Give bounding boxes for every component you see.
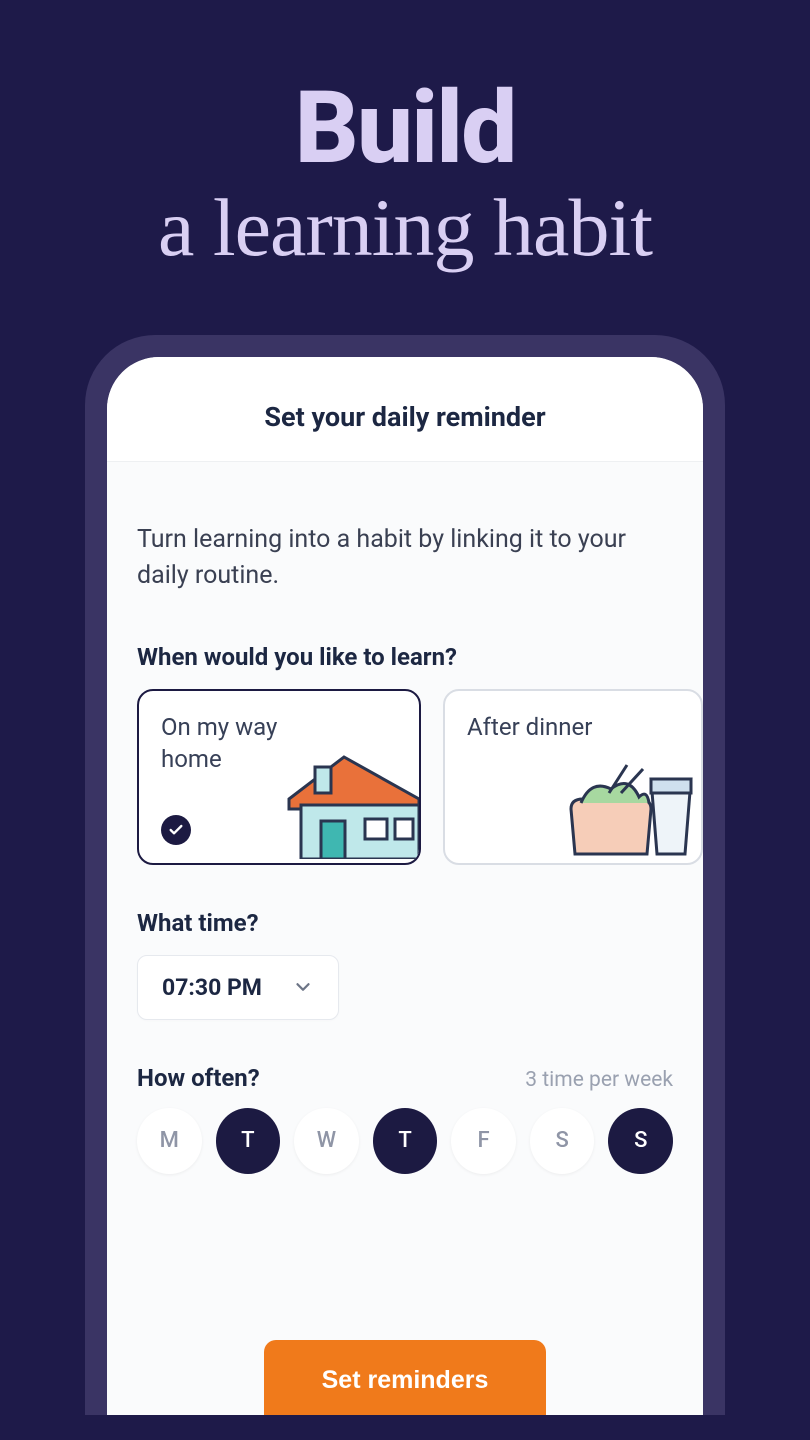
cta-container: Set reminders	[107, 1340, 703, 1415]
screen-title: Set your daily reminder	[107, 357, 703, 462]
frequency-header: How often? 3 time per week	[137, 1064, 673, 1092]
house-icon	[269, 749, 419, 863]
day-toggle-wed[interactable]: W	[294, 1108, 359, 1174]
day-toggle-mon[interactable]: M	[137, 1108, 202, 1174]
frequency-label: How often?	[137, 1064, 260, 1092]
set-reminders-button[interactable]: Set reminders	[264, 1340, 547, 1415]
hero-line-1: Build	[158, 70, 652, 187]
when-options-row: On my way home	[137, 689, 673, 865]
option-card-after-dinner[interactable]: After dinner	[443, 689, 703, 865]
check-icon	[168, 822, 184, 838]
hero-heading: Build a learning habit	[158, 70, 652, 275]
phone-screen: Set your daily reminder Turn learning in…	[107, 357, 703, 1415]
day-toggle-sun[interactable]: S	[608, 1108, 673, 1174]
chevron-down-icon	[292, 976, 314, 998]
time-label: What time?	[137, 909, 673, 937]
days-row: M T W T F S S	[137, 1108, 673, 1174]
day-toggle-thu[interactable]: T	[373, 1108, 438, 1174]
intro-text: Turn learning into a habit by linking it…	[137, 522, 673, 595]
selected-check-badge	[161, 815, 191, 845]
day-toggle-tue[interactable]: T	[216, 1108, 281, 1174]
time-dropdown[interactable]: 07:30 PM	[137, 955, 339, 1020]
when-label: When would you like to learn?	[137, 643, 673, 671]
day-toggle-fri[interactable]: F	[451, 1108, 516, 1174]
day-toggle-sat[interactable]: S	[530, 1108, 595, 1174]
phone-frame: Set your daily reminder Turn learning in…	[85, 335, 725, 1415]
frequency-summary: 3 time per week	[525, 1068, 673, 1092]
time-value: 07:30 PM	[162, 974, 262, 1001]
option-card-on-my-way-home[interactable]: On my way home	[137, 689, 421, 865]
screen-body: Turn learning into a habit by linking it…	[107, 462, 703, 1415]
option-label: After dinner	[467, 711, 627, 743]
hero-line-2: a learning habit	[158, 181, 652, 275]
dinner-icon	[551, 759, 701, 863]
